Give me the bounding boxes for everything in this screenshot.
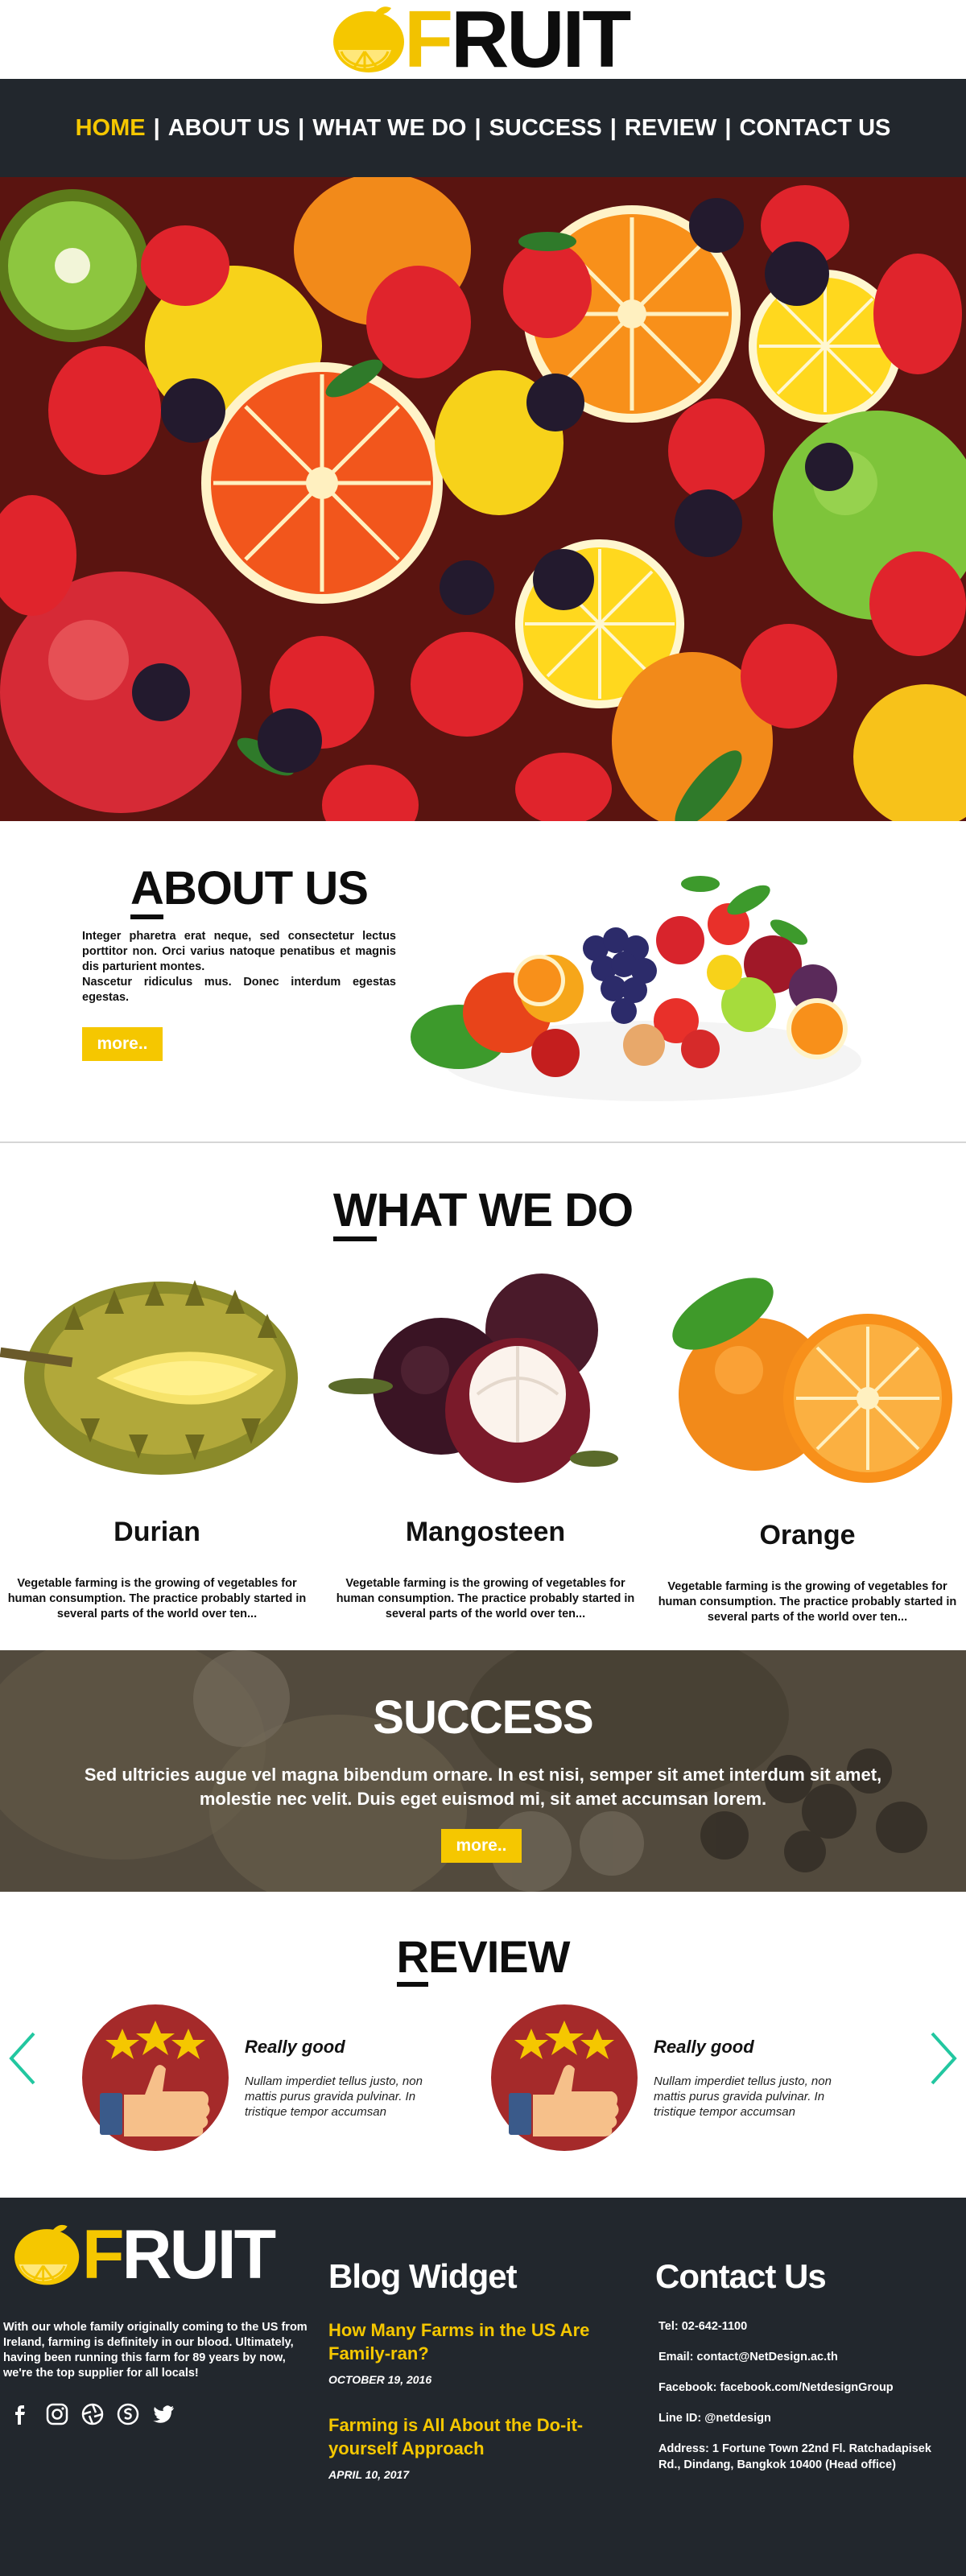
what-we-do-title: WHAT WE DO: [0, 1183, 966, 1241]
nav-separator: |: [298, 114, 305, 141]
blog-widget-title: Blog Widget: [328, 2257, 518, 2295]
review-card: Really good Nullam imperdiet tellus just…: [491, 2004, 869, 2157]
logo-text-rest: RUIT: [451, 0, 631, 85]
footer: FRUIT With our whole family originally c…: [0, 2198, 966, 2576]
review-card: Really good Nullam imperdiet tellus just…: [82, 2004, 460, 2157]
blog-post-link[interactable]: How Many Farms in the US Are Family-ran?: [328, 2318, 634, 2365]
site-logo[interactable]: FRUIT: [330, 0, 631, 80]
what-title-rest: HAT WE DO: [376, 1184, 634, 1236]
review-section: REVIEW Really good Nullam imperdiet tell…: [0, 1892, 966, 2198]
logo-text-first: F: [404, 0, 453, 85]
blog-post: Farming is All About the Do-it-yourself …: [328, 2413, 634, 2481]
footer-logo-first: F: [82, 2216, 125, 2293]
nav-separator: |: [609, 114, 617, 141]
about-text: Integer pharetra erat neque, sed consect…: [82, 929, 396, 1005]
instagram-icon[interactable]: [45, 2402, 69, 2426]
about-more-button[interactable]: more..: [82, 1027, 163, 1061]
success-more-button[interactable]: more..: [441, 1829, 522, 1863]
nav-success[interactable]: SUCCESS: [489, 115, 602, 142]
logo-bar: FRUIT: [0, 0, 966, 80]
contact-facebook[interactable]: Facebook: facebook.com/NetdesignGroup: [658, 2380, 956, 2396]
fruit-name-durian: Durian: [114, 1517, 200, 1547]
blog-post-date: APRIL 10, 2017: [328, 2468, 410, 2481]
contact-address: Address: 1 Fortune Town 22nd Fl. Ratchad…: [658, 2442, 931, 2471]
contact-email[interactable]: Email: contact@NetDesign.ac.th: [658, 2349, 956, 2365]
mangosteen-image: [328, 1274, 618, 1483]
review-text: Nullam imperdiet tellus justo, non matti…: [654, 2074, 832, 2119]
review-title: REVIEW: [0, 1930, 966, 1987]
nav-separator: |: [724, 114, 732, 141]
orange-image: [672, 1278, 952, 1483]
blog-post-link[interactable]: Farming is All About the Do-it-yourself …: [328, 2413, 634, 2460]
fruit-name-orange: Orange: [759, 1520, 856, 1550]
social-links: [10, 2402, 175, 2426]
what-title-first: W: [332, 1184, 378, 1241]
carousel-next-arrow-icon[interactable]: [927, 2030, 960, 2087]
lemon-icon: [333, 6, 404, 72]
logo-text: FRUIT: [404, 0, 631, 80]
thumbs-up-stars-icon: [82, 2004, 229, 2151]
review-title-first: R: [396, 1931, 429, 1987]
review-text: Nullam imperdiet tellus justo, non matti…: [245, 2074, 423, 2119]
thumbs-up-stars-icon: [491, 2004, 638, 2151]
about-title-rest: BOUT US: [163, 862, 369, 914]
nav-about-us[interactable]: ABOUT US: [168, 115, 290, 142]
about-section: ABOUT US Integer pharetra erat neque, se…: [0, 821, 966, 1143]
footer-logo-rest: RUIT: [122, 2216, 277, 2293]
nav-separator: |: [153, 114, 160, 141]
skype-icon[interactable]: [116, 2402, 140, 2426]
fruit-desc-mangosteen: Vegetable farming is the growing of vege…: [336, 1577, 635, 1620]
blog-post: How Many Farms in the US Are Family-ran?…: [328, 2318, 634, 2386]
what-we-do-section: WHAT WE DO Durian Vegetable farming is t…: [0, 1145, 966, 1650]
about-title: ABOUT US: [130, 861, 369, 919]
footer-logo-text: FRUIT: [82, 2220, 276, 2289]
twitter-icon[interactable]: [151, 2402, 175, 2426]
success-title: SUCCESS: [373, 1691, 593, 1744]
about-title-first: A: [130, 862, 164, 919]
contact-line-id: Line ID: @netdesign: [658, 2412, 771, 2425]
main-nav: HOME | ABOUT US | WHAT WE DO | SUCCESS |…: [0, 79, 966, 177]
nav-contact-us[interactable]: CONTACT US: [739, 115, 890, 142]
success-section: SUCCESS Sed ultricies augue vel magna bi…: [0, 1650, 966, 1892]
fruit-card-orange: Orange Vegetable farming is the growing …: [650, 1257, 964, 1628]
camera-aperture-icon[interactable]: [80, 2402, 105, 2426]
review-title-rest: EVIEW: [427, 1931, 570, 1982]
about-text-2: Nascetur ridiculus mus. Donec interdum e…: [82, 976, 396, 1004]
durian-image: [0, 1280, 298, 1475]
nav-review[interactable]: REVIEW: [625, 115, 716, 142]
lemon-icon: [14, 2224, 80, 2285]
fruit-card-mangosteen: Mangosteen Vegetable farming is the grow…: [328, 1257, 642, 1628]
blog-post-date: OCTOBER 19, 2016: [328, 2373, 432, 2386]
review-heading: Really good: [654, 2037, 754, 2057]
fruit-name-mangosteen: Mangosteen: [405, 1517, 566, 1547]
carousel-prev-arrow-icon[interactable]: [6, 2030, 39, 2087]
nav-what-we-do[interactable]: WHAT WE DO: [312, 115, 466, 142]
footer-about-text: With our whole family originally coming …: [3, 2321, 308, 2380]
nav-home[interactable]: HOME: [76, 115, 146, 142]
vegetables-fruit-image: [411, 876, 861, 1101]
contact-tel[interactable]: Tel: 02-642-1100: [658, 2318, 956, 2334]
facebook-icon[interactable]: [10, 2402, 34, 2426]
success-text: Sed ultricies augue vel magna bibendum o…: [84, 1765, 882, 1809]
footer-logo[interactable]: FRUIT: [11, 2220, 276, 2289]
about-text-1: Integer pharetra erat neque, sed consect…: [82, 930, 396, 973]
nav-separator: |: [474, 114, 481, 141]
fruit-card-durian: Durian Vegetable farming is the growing …: [0, 1257, 314, 1628]
fruit-desc-orange: Vegetable farming is the growing of vege…: [658, 1580, 957, 1624]
contact-us-title: Contact Us: [655, 2257, 827, 2295]
fruit-desc-durian: Vegetable farming is the growing of vege…: [7, 1577, 307, 1620]
hero-fruit-image: [0, 177, 966, 821]
fruit-collage-image: [0, 177, 966, 821]
review-heading: Really good: [245, 2037, 345, 2057]
